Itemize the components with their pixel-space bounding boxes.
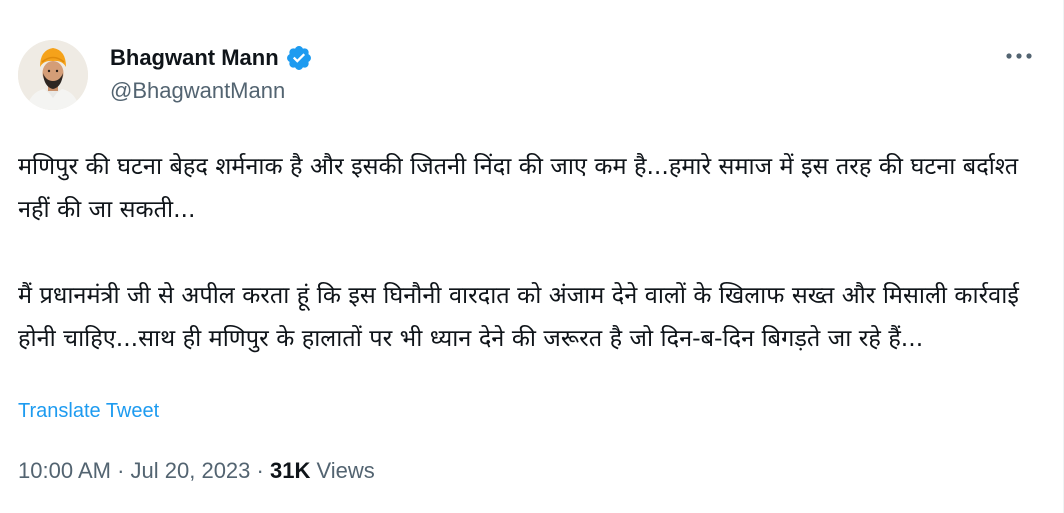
- author-name-row: Bhagwant Mann: [110, 44, 313, 72]
- more-options-icon: [1006, 53, 1032, 59]
- tweet-paragraph: मणिपुर की घटना बेहद शर्मनाक है और इसकी ज…: [18, 152, 1019, 223]
- author-display-name[interactable]: Bhagwant Mann: [110, 45, 279, 71]
- tweet-time[interactable]: 10:00 AM: [18, 458, 111, 483]
- avatar-image: [18, 40, 88, 110]
- translate-tweet-link[interactable]: Translate Tweet: [18, 400, 159, 423]
- tweet-meta: 10:00 AM · Jul 20, 2023 · 31K Views: [18, 458, 375, 484]
- avatar[interactable]: [18, 40, 88, 110]
- tweet-text: मणिपुर की घटना बेहद शर्मनाक है और इसकी ज…: [18, 145, 1038, 360]
- meta-separator: ·: [256, 458, 270, 483]
- tweet-paragraph: मैं प्रधानमंत्री जी से अपील करता हूं कि …: [18, 281, 1019, 352]
- verified-badge-icon[interactable]: [285, 44, 313, 72]
- meta-separator: ·: [117, 458, 131, 483]
- author-handle[interactable]: @BhagwantMann: [110, 78, 285, 104]
- more-options-button[interactable]: [1003, 44, 1035, 68]
- views-count: 31K: [269, 458, 317, 483]
- tweet-card: Bhagwant Mann @BhagwantMann मणिपुर की घट…: [0, 0, 1064, 513]
- tweet-date[interactable]: Jul 20, 2023: [131, 458, 251, 483]
- views-label: Views: [316, 458, 375, 483]
